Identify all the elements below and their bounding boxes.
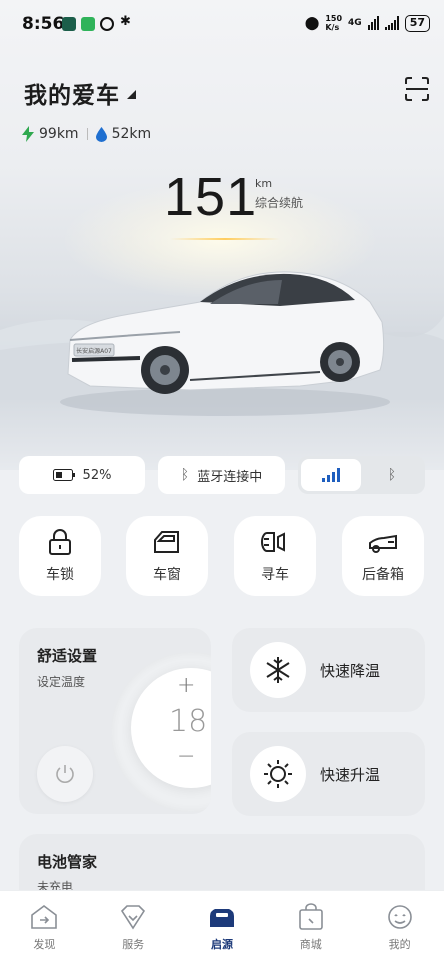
bottom-nav: 发现 服务 启源 商城 我的 bbox=[0, 890, 444, 960]
nav-item-discover[interactable]: 发现 bbox=[0, 891, 89, 960]
car-battery-chip[interactable]: 52% bbox=[19, 456, 145, 494]
comfort-settings-card[interactable]: 舒适设置 设定温度 + 18 − bbox=[19, 628, 211, 814]
nav-item-service[interactable]: 服务 bbox=[89, 891, 178, 960]
nav-item-mall[interactable]: 商城 bbox=[266, 891, 355, 960]
car-icon bbox=[209, 909, 234, 927]
service-icon bbox=[121, 905, 146, 930]
alarm-icon bbox=[100, 17, 114, 31]
total-range-value: 151 bbox=[164, 167, 258, 227]
trunk-icon bbox=[369, 534, 397, 553]
net-speed-value: 150 bbox=[325, 14, 343, 23]
lock-icon bbox=[49, 529, 71, 555]
quick-heat-card[interactable]: 快速升温 bbox=[232, 732, 425, 816]
lock-button[interactable]: 车锁 bbox=[19, 516, 101, 596]
range-separator bbox=[86, 128, 88, 140]
find-car-button[interactable]: 寻车 bbox=[234, 516, 316, 596]
fuel-drop-icon bbox=[95, 126, 107, 142]
car-battery-percent: 52% bbox=[82, 467, 112, 483]
sun-icon bbox=[264, 760, 292, 788]
nav-label-home: 启源 bbox=[210, 938, 233, 951]
quick-cool-icon-wrap bbox=[250, 642, 306, 698]
battery-icon bbox=[52, 469, 75, 481]
quick-cool-card[interactable]: 快速降温 bbox=[232, 628, 425, 712]
message-app-icon bbox=[62, 17, 76, 31]
bluetooth-icon: ᛒ bbox=[180, 467, 190, 483]
bluetooth-option-icon: ᛒ bbox=[387, 467, 397, 483]
bluetooth-chip[interactable]: ᛒ 蓝牙连接中 bbox=[158, 456, 285, 494]
car-window-icon bbox=[154, 531, 179, 553]
snowflake-icon bbox=[266, 657, 290, 683]
comfort-subtitle: 设定温度 bbox=[37, 675, 86, 689]
range-row: 99km 52km bbox=[22, 126, 151, 142]
bluetooth-status: 蓝牙连接中 bbox=[197, 469, 263, 485]
net-speed-unit: K/s bbox=[325, 23, 340, 32]
quick-cool-label: 快速降温 bbox=[320, 661, 381, 680]
range-highlight-line bbox=[170, 238, 280, 240]
temperature-value: 18 bbox=[169, 704, 208, 739]
connection-toggle[interactable]: ᛒ bbox=[298, 456, 425, 494]
network-type: 4G bbox=[348, 18, 362, 28]
total-range-label: 综合续航 bbox=[255, 196, 304, 210]
temperature-plus-button[interactable]: + bbox=[177, 673, 195, 698]
power-icon bbox=[56, 765, 74, 783]
profile-icon bbox=[387, 905, 412, 929]
cellular-signal-icon bbox=[322, 468, 340, 482]
page-title[interactable]: 我的爱车 bbox=[24, 76, 120, 110]
wechat-icon bbox=[81, 17, 95, 31]
nav-item-home[interactable]: 启源 bbox=[178, 891, 267, 960]
caret-down-icon[interactable] bbox=[127, 90, 136, 99]
find-car-label: 寻车 bbox=[261, 567, 289, 583]
power-button[interactable] bbox=[37, 746, 93, 802]
status-bar: 8:56 ✱ ⬤ 150 K/s 4G 57 bbox=[0, 0, 444, 50]
signal-icon-2 bbox=[384, 16, 399, 30]
cellular-option[interactable] bbox=[301, 459, 361, 491]
scan-icon[interactable] bbox=[404, 76, 430, 102]
nav-item-profile[interactable]: 我的 bbox=[355, 891, 444, 960]
lightning-icon bbox=[22, 126, 34, 142]
window-button[interactable]: 车窗 bbox=[126, 516, 208, 596]
fuel-range: 52km bbox=[111, 126, 152, 142]
electric-range: 99km bbox=[39, 126, 79, 142]
trunk-label: 后备箱 bbox=[362, 567, 404, 583]
nav-label-discover: 发现 bbox=[33, 938, 56, 951]
total-range-unit: km bbox=[255, 177, 273, 190]
phone-battery: 57 bbox=[404, 14, 430, 32]
car-image: 长安启源A07 bbox=[60, 271, 390, 416]
battery-manager-title: 电池管家 bbox=[37, 853, 98, 871]
quick-heat-label: 快速升温 bbox=[320, 765, 381, 784]
nav-label-service: 服务 bbox=[122, 938, 145, 951]
trunk-button[interactable]: 后备箱 bbox=[342, 516, 424, 596]
location-icon: ⬤ bbox=[304, 15, 320, 31]
status-time: 8:56 bbox=[22, 14, 65, 34]
bluetooth-option[interactable]: ᛒ bbox=[362, 459, 422, 491]
temperature-minus-button[interactable]: − bbox=[177, 744, 195, 769]
comfort-title: 舒适设置 bbox=[37, 647, 98, 665]
find-car-icon bbox=[261, 532, 285, 552]
quick-heat-icon-wrap bbox=[250, 746, 306, 802]
mall-icon bbox=[298, 903, 323, 930]
signal-icon bbox=[367, 16, 379, 30]
bluetooth-status-icon: ✱ bbox=[120, 14, 131, 29]
lock-label: 车锁 bbox=[46, 567, 74, 583]
window-label: 车窗 bbox=[153, 567, 181, 583]
car-plate: 长安启源A07 bbox=[76, 347, 112, 355]
status-right: ⬤ 150 K/s 4G 57 bbox=[305, 14, 430, 32]
network-speed: 150 K/s bbox=[325, 14, 342, 32]
nav-label-profile: 我的 bbox=[388, 938, 411, 951]
nav-label-mall: 商城 bbox=[299, 938, 322, 951]
discover-icon bbox=[31, 905, 58, 929]
